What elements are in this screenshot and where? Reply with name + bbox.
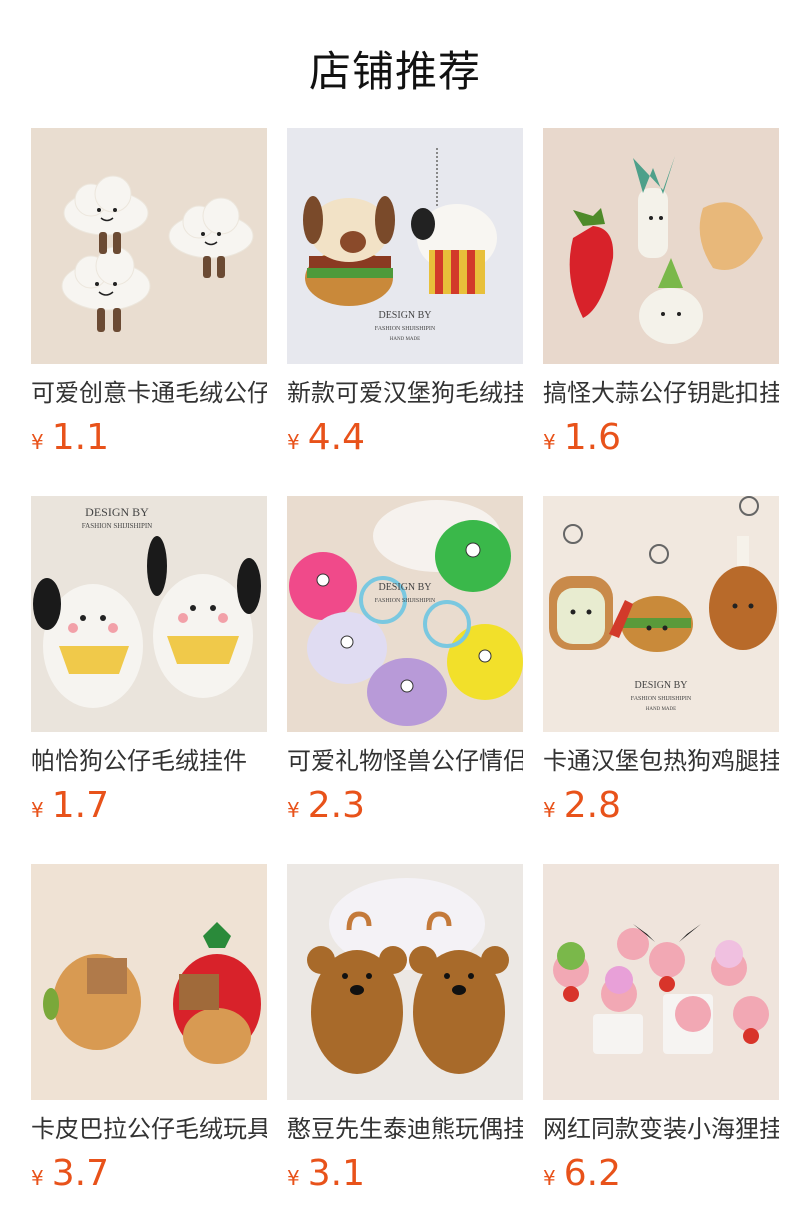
svg-text:FASHION SHIJISHIPIN: FASHION SHIJISHIPIN [82,522,152,530]
product-price: ¥1.6 [543,417,621,458]
product-image[interactable]: DESIGN BY FASHION SHIJISHIPIN [31,496,267,732]
product-price: ¥3.7 [31,1153,109,1194]
svg-text:FASHION SHIJISHIPIN: FASHION SHIJISHIPIN [375,326,436,332]
product-image[interactable] [287,864,523,1100]
product-card[interactable]: 网红同款变装小海狸挂件 ¥6.2 [543,864,779,1196]
svg-text:FASHION SHIJISHIPIN: FASHION SHIJISHIPIN [631,696,692,702]
product-name[interactable]: 卡皮巴拉公仔毛绒玩具 [31,1112,267,1146]
page-title: 店铺推荐 [308,47,481,96]
product-name[interactable]: 可爱礼物怪兽公仔情侣 [287,744,523,778]
svg-text:DESIGN BY: DESIGN BY [85,505,149,519]
product-grid: 可爱创意卡通毛绒公仔 ¥1.1 DESIGN BY FASHION SHIJIS… [31,128,790,1228]
svg-text:HAND MADE: HAND MADE [646,707,676,712]
product-price: ¥3.1 [287,1153,365,1194]
product-price: ¥2.8 [543,785,621,826]
product-price: ¥6.2 [543,1153,621,1194]
product-image[interactable] [31,128,267,364]
product-price: ¥4.4 [287,417,365,458]
product-card[interactable]: 憨豆先生泰迪熊玩偶挂件 ¥3.1 [287,864,523,1196]
product-name[interactable]: 憨豆先生泰迪熊玩偶挂件 [287,1112,523,1146]
product-card[interactable]: 卡皮巴拉公仔毛绒玩具 ¥3.7 [31,864,267,1196]
product-image[interactable] [543,128,779,364]
product-card[interactable]: DESIGN BY FASHION SHIJISHIPIN 帕恰狗公仔毛绒挂件 … [31,496,267,828]
product-price: ¥2.3 [287,785,365,826]
product-image[interactable] [31,864,267,1100]
product-image[interactable] [543,864,779,1100]
svg-text:FASHION SHIJISHIPIN: FASHION SHIJISHIPIN [375,598,436,604]
product-name[interactable]: 网红同款变装小海狸挂件 [543,1112,779,1146]
svg-text:DESIGN BY: DESIGN BY [378,582,431,593]
product-card[interactable]: 可爱创意卡通毛绒公仔 ¥1.1 [31,128,267,460]
product-name[interactable]: 搞怪大蒜公仔钥匙扣挂件 [543,376,779,410]
product-price: ¥1.1 [31,417,109,458]
product-card[interactable]: DESIGN BY FASHION SHIJISHIPIN HAND MADE … [543,496,779,828]
svg-text:DESIGN BY: DESIGN BY [378,310,431,321]
product-name[interactable]: 新款可爱汉堡狗毛绒挂件 [287,376,523,410]
product-image[interactable]: DESIGN BY FASHION SHIJISHIPIN HAND MADE [287,128,523,364]
product-name[interactable]: 卡通汉堡包热狗鸡腿挂件 [543,744,779,778]
product-card[interactable]: DESIGN BY FASHION SHIJISHIPIN 可爱礼物怪兽公仔情侣… [287,496,523,828]
product-image[interactable]: DESIGN BY FASHION SHIJISHIPIN HAND MADE [543,496,779,732]
svg-text:DESIGN BY: DESIGN BY [634,680,687,691]
product-price: ¥1.7 [31,785,109,826]
product-card[interactable]: 搞怪大蒜公仔钥匙扣挂件 ¥1.6 [543,128,779,460]
product-name[interactable]: 可爱创意卡通毛绒公仔 [31,376,267,410]
svg-text:HAND MADE: HAND MADE [390,337,420,342]
product-name[interactable]: 帕恰狗公仔毛绒挂件 [31,744,267,778]
product-image[interactable]: DESIGN BY FASHION SHIJISHIPIN [287,496,523,732]
product-card[interactable]: DESIGN BY FASHION SHIJISHIPIN HAND MADE … [287,128,523,460]
